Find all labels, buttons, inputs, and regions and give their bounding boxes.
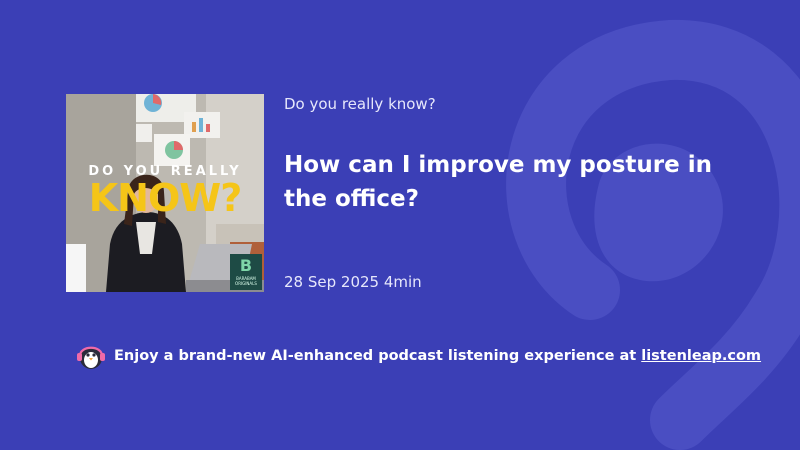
cover-title-line-2: KNOW? (88, 176, 243, 220)
listenleap-link[interactable]: listenleap.com (641, 348, 761, 364)
penguin-headphones-icon (77, 346, 105, 369)
publisher-badge: B BARABAM ORIGINALS (230, 254, 262, 290)
podcast-cover-image[interactable]: DO YOU REALLY KNOW? B BARABAM ORIGINALS (66, 94, 264, 292)
show-title[interactable]: Do you really know? (284, 95, 436, 113)
promo-banner: Enjoy a brand-new AI-enhanced podcast li… (76, 342, 761, 370)
episode-date: 28 Sep 2025 (284, 273, 380, 291)
publisher-logo-icon: B (239, 256, 253, 275)
background-logo-watermark (506, 19, 800, 450)
episode-duration: 4min (383, 273, 422, 291)
promo-text: Enjoy a brand-new AI-enhanced podcast li… (114, 348, 762, 364)
episode-meta: 28 Sep 2025 4min (284, 273, 422, 291)
episode-title[interactable]: How can I improve my posture in the offi… (284, 148, 754, 216)
publisher-name: BARABAM ORIGINALS (235, 276, 257, 286)
